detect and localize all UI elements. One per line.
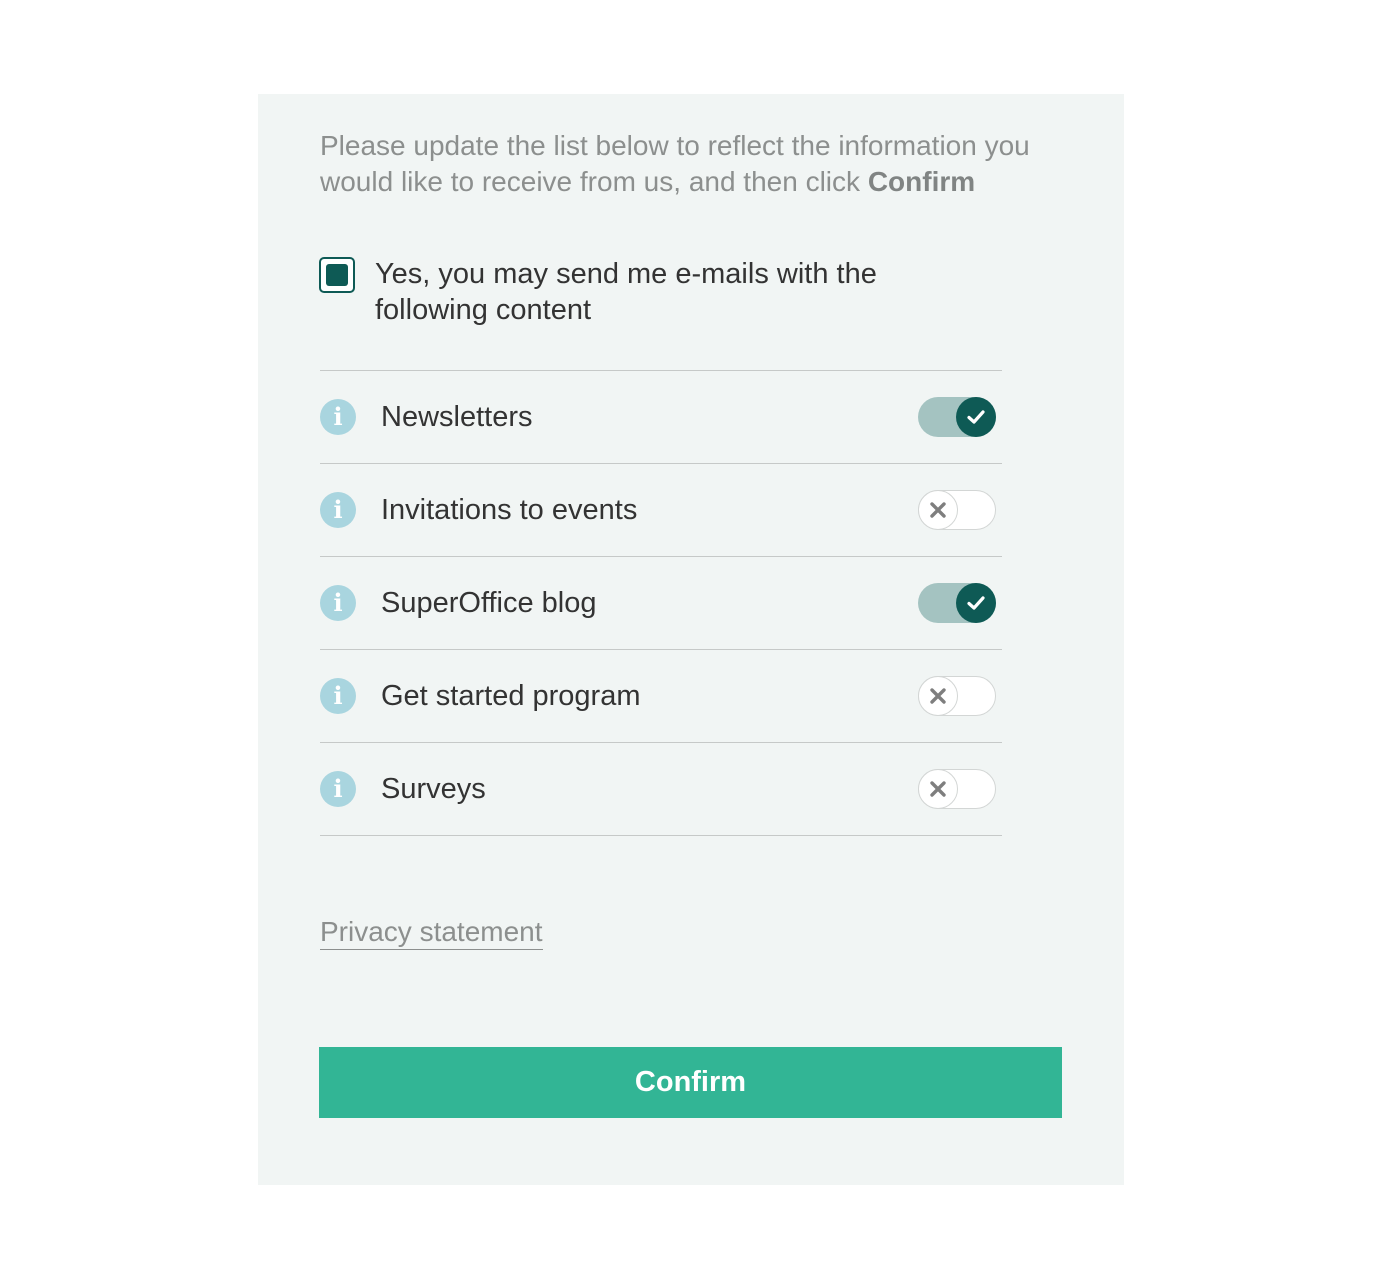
- preferences-panel: Please update the list below to reflect …: [258, 94, 1124, 1185]
- privacy-statement-link[interactable]: Privacy statement: [320, 915, 543, 950]
- info-icon[interactable]: i: [320, 678, 356, 714]
- email-consent-checkbox-row[interactable]: Yes, you may send me e-mails with the fo…: [319, 256, 939, 328]
- subscription-label: Newsletters: [381, 400, 533, 433]
- get-started-toggle[interactable]: [918, 676, 996, 716]
- info-icon[interactable]: i: [320, 492, 356, 528]
- close-icon: [918, 769, 958, 809]
- checkbox-checked-indicator: [326, 264, 348, 286]
- close-icon: [918, 490, 958, 530]
- subscription-row-blog: i SuperOffice blog: [320, 557, 1002, 650]
- email-consent-label: Yes, you may send me e-mails with the fo…: [375, 258, 877, 326]
- subscription-label: Get started program: [381, 679, 641, 712]
- subscription-label: SuperOffice blog: [381, 586, 597, 619]
- info-icon[interactable]: i: [320, 399, 356, 435]
- intro-confirm-emphasis: Confirm: [867, 166, 976, 197]
- checkmark-icon: [956, 583, 996, 623]
- subscription-row-get-started: i Get started program: [320, 650, 1002, 743]
- subscription-list: i Newsletters i Invitations to events i …: [320, 370, 1002, 836]
- subscription-row-invitations: i Invitations to events: [320, 464, 1002, 557]
- confirm-button[interactable]: Confirm: [319, 1047, 1062, 1118]
- info-icon[interactable]: i: [320, 771, 356, 807]
- invitations-toggle[interactable]: [918, 490, 996, 530]
- subscription-label: Invitations to events: [381, 493, 638, 526]
- blog-toggle[interactable]: [918, 583, 996, 623]
- subscription-row-surveys: i Surveys: [320, 743, 1002, 836]
- subscription-label: Surveys: [381, 772, 486, 805]
- checkmark-icon: [956, 397, 996, 437]
- close-icon: [918, 676, 958, 716]
- email-consent-checkbox[interactable]: [319, 257, 355, 293]
- subscription-row-newsletters: i Newsletters: [320, 371, 1002, 464]
- info-icon[interactable]: i: [320, 585, 356, 621]
- intro-text: Please update the list below to reflect …: [320, 128, 1100, 200]
- newsletters-toggle[interactable]: [918, 397, 996, 437]
- surveys-toggle[interactable]: [918, 769, 996, 809]
